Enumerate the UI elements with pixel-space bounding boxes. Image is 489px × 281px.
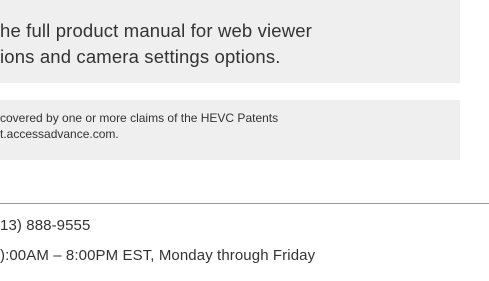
manual-note-panel: he full product manual for web viewer io… bbox=[0, 0, 460, 83]
patent-notice-panel: covered by one or more claims of the HEV… bbox=[0, 100, 460, 160]
patent-notice-line-2: t.accessadvance.com. bbox=[0, 127, 119, 141]
patent-notice-line-1: covered by one or more claims of the HEV… bbox=[0, 111, 279, 125]
support-hours: ):00AM – 8:00PM EST, Monday through Frid… bbox=[0, 247, 316, 264]
support-phone-number: 13) 888-9555 bbox=[0, 217, 91, 234]
section-divider bbox=[0, 203, 489, 204]
manual-note-line-1: he full product manual for web viewer bbox=[0, 20, 312, 41]
manual-note-line-2: ions and camera settings options. bbox=[0, 46, 281, 67]
